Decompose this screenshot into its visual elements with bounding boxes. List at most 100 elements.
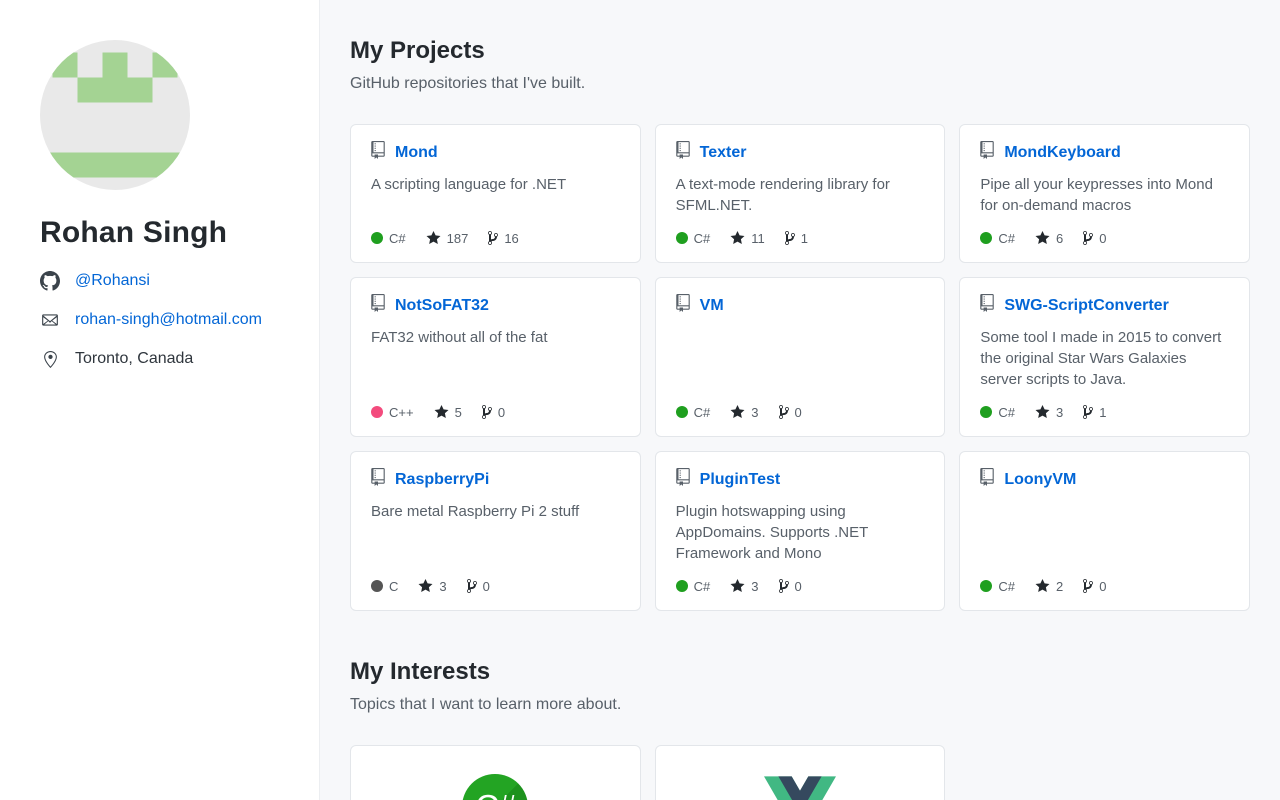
repo-language: C# [675, 578, 711, 594]
repo-card: NotSoFAT32 FAT32 without all of the fat … [350, 277, 641, 437]
star-icon [426, 230, 441, 246]
csharp-logo: C# [462, 774, 529, 800]
git-branch-icon [778, 404, 789, 420]
repo-meta: C# 2 0 [980, 578, 1229, 594]
star-count: 3 [751, 404, 759, 420]
contact-list: @Rohansi rohan-singh@hotmail.com Toronto… [40, 270, 279, 370]
star-icon [730, 404, 745, 420]
interests-section-subtitle: Topics that I want to learn more about. [350, 696, 622, 713]
fork-count: 1 [1099, 404, 1107, 420]
git-branch-icon [481, 404, 492, 420]
repo-title-row: VM [675, 294, 925, 317]
language-label: C# [693, 230, 711, 246]
language-label: C# [998, 230, 1015, 246]
interest-card-csharp: C# [350, 745, 641, 800]
star-count: 187 [446, 230, 469, 246]
email-link[interactable]: rohan-singh@hotmail.com [75, 311, 262, 329]
repo-meta: C# 3 0 [675, 578, 925, 594]
git-branch-icon [488, 230, 499, 246]
fork-count: 0 [482, 578, 490, 594]
star-icon [730, 230, 745, 246]
git-branch-icon [778, 578, 789, 594]
repo-name-link[interactable]: Mond [395, 143, 438, 163]
star-count: 3 [439, 578, 447, 594]
repo-card: Mond A scripting language for .NET C# 18… [350, 124, 641, 263]
git-branch-icon [1083, 578, 1094, 594]
repo-language: C# [675, 405, 710, 420]
repo-stars: 187 [426, 230, 469, 246]
repo-description: Some tool I made in 2015 to convert the … [980, 329, 1222, 388]
repo-book-icon [675, 468, 690, 491]
repo-card: PluginTest Plugin hotswapping using AppD… [654, 451, 946, 611]
star-count: 2 [1055, 578, 1064, 594]
repo-forks: 0 [778, 578, 802, 594]
star-count: 3 [751, 578, 759, 594]
projects-grid: Mond A scripting language for .NET C# 18… [350, 124, 1250, 611]
repo-description: A text-mode rendering library for SFML.N… [675, 176, 890, 214]
star-count: 3 [1055, 404, 1064, 420]
repo-title-row: Texter [675, 141, 925, 164]
repo-name-link[interactable]: RaspberryPi [395, 470, 489, 490]
repo-book-icon [980, 141, 995, 164]
repo-name-link[interactable]: VM [700, 296, 724, 316]
repo-book-icon [675, 294, 690, 317]
repo-forks: 0 [778, 404, 802, 420]
fork-count: 0 [1099, 230, 1107, 246]
repo-name-link[interactable]: Texter [700, 143, 747, 163]
github-profile-link[interactable]: @Rohansi [75, 272, 150, 290]
mail-icon [40, 311, 60, 329]
repo-title-row: SWG-ScriptConverter [980, 294, 1229, 317]
repo-name-link[interactable]: MondKeyboard [1004, 143, 1120, 163]
language-dot [980, 580, 993, 592]
fork-count: 1 [800, 230, 809, 246]
projects-section: My Projects GitHub repositories that I'v… [350, 36, 1250, 611]
star-icon [1035, 230, 1050, 246]
language-dot [980, 232, 993, 244]
repo-meta: C# 11 1 [675, 230, 925, 246]
repo-card: MondKeyboard Pipe all your keypresses in… [959, 124, 1250, 263]
fork-count: 0 [1099, 578, 1107, 594]
repo-name-link[interactable]: NotSoFAT32 [395, 296, 489, 316]
projects-section-subtitle: GitHub repositories that I've built. [350, 75, 586, 92]
language-label: C# [389, 230, 406, 246]
language-dot [371, 406, 383, 418]
repo-stars: 3 [730, 578, 759, 594]
repo-meta: C 3 0 [371, 578, 620, 594]
repo-title-row: RaspberryPi [371, 468, 620, 491]
repo-stars: 11 [730, 230, 765, 246]
repo-language: C# [980, 231, 1015, 246]
location-text: Toronto, Canada [75, 350, 194, 367]
repo-language: C# [675, 230, 711, 246]
language-dot [675, 580, 688, 592]
repo-name-link[interactable]: PluginTest [700, 470, 781, 490]
repo-language: C# [980, 405, 1015, 420]
repo-card: RaspberryPi Bare metal Raspberry Pi 2 st… [350, 451, 641, 611]
repo-forks: 0 [481, 404, 505, 420]
repo-card: VM C# 3 0 [654, 277, 946, 437]
interest-card-vue [654, 745, 946, 800]
language-label: C# [693, 578, 711, 594]
repo-name-link[interactable]: SWG-ScriptConverter [1004, 296, 1168, 316]
repo-title-row: LoonyVM [980, 468, 1229, 491]
repo-language: C# [980, 579, 1015, 594]
repo-card: Texter A text-mode rendering library for… [654, 124, 946, 263]
page: Rohan Singh @Rohansi rohan-singh@hotmail… [0, 0, 1280, 800]
profile-sidebar: Rohan Singh @Rohansi rohan-singh@hotmail… [0, 0, 320, 800]
repo-book-icon [371, 294, 385, 317]
language-dot [371, 580, 383, 592]
repo-title-row: NotSoFAT32 [371, 294, 620, 317]
language-dot [980, 406, 993, 418]
repo-meta: C# 187 16 [371, 230, 620, 246]
repo-name-link[interactable]: LoonyVM [1004, 470, 1076, 490]
fork-count: 0 [794, 404, 802, 420]
repo-title-row: MondKeyboard [980, 141, 1229, 164]
git-branch-icon [466, 578, 477, 594]
vue-logo [763, 776, 836, 800]
repo-description: Plugin hotswapping using AppDomains. Sup… [675, 503, 868, 562]
git-branch-icon [784, 230, 795, 246]
repo-stars: 3 [730, 404, 759, 420]
language-label: C# [998, 578, 1015, 594]
repo-card: SWG-ScriptConverter Some tool I made in … [959, 277, 1250, 437]
repo-title-row: PluginTest [675, 468, 925, 491]
location-pin-icon [40, 350, 60, 368]
